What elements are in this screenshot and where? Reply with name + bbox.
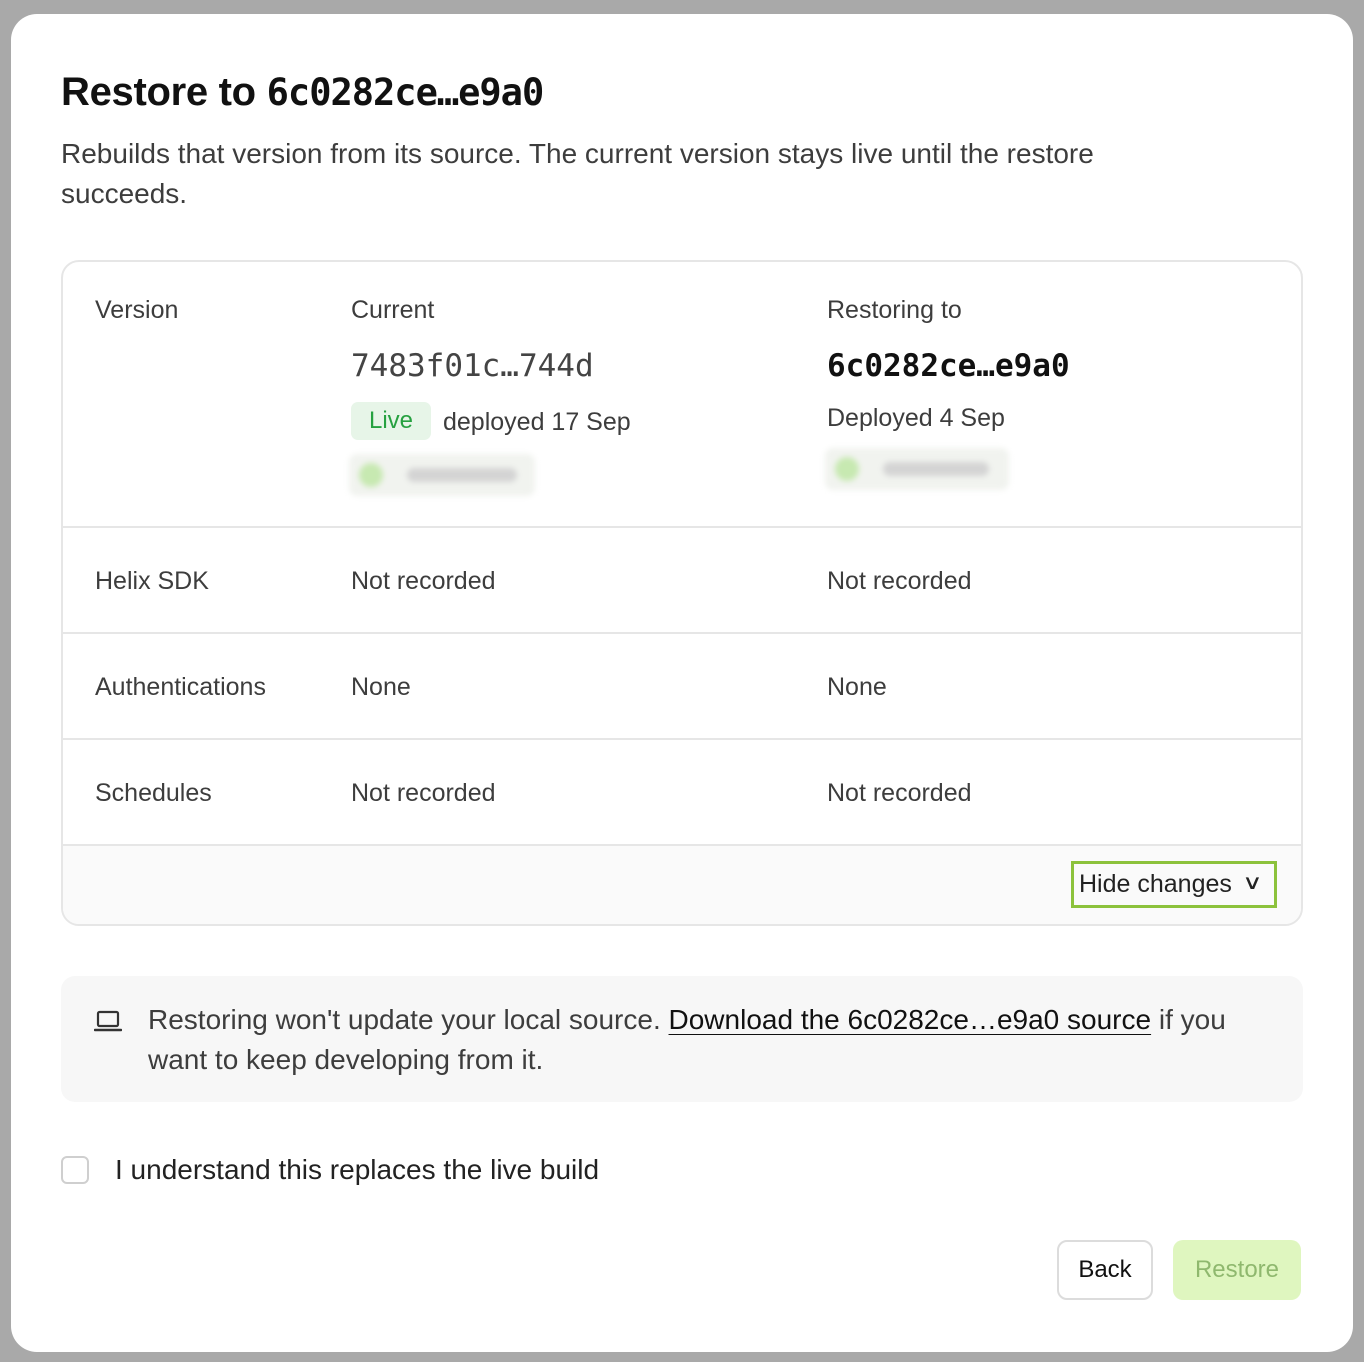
table-row: Helix SDK Not recorded Not recorded	[63, 528, 1301, 634]
row-target-value: None	[827, 673, 887, 701]
current-header: Current	[351, 296, 435, 324]
title-hash: 6c0282ce…e9a0	[266, 71, 545, 114]
row-target-value: Not recorded	[827, 779, 972, 807]
target-hash: 6c0282ce…e9a0	[827, 348, 1070, 384]
avatar-dot	[359, 463, 383, 487]
current-deployed-date: deployed 17 Sep	[443, 408, 631, 436]
restore-dialog: Restore to 6c0282ce…e9a0 Rebuilds that v…	[11, 14, 1353, 1352]
table-footer: Hide changes ∨	[63, 846, 1301, 924]
chevron-down-icon: ∨	[1242, 872, 1263, 894]
row-current-value: Not recorded	[351, 779, 496, 807]
target-header: Restoring to	[827, 296, 962, 324]
comparison-table: Version Current Restoring to 7483f01c…74…	[61, 260, 1303, 926]
dialog-title: Restore to 6c0282ce…e9a0	[61, 70, 545, 115]
row-current-value: None	[351, 673, 411, 701]
row-label: Helix SDK	[95, 567, 209, 595]
avatar-dot	[835, 457, 859, 481]
notice-text-before: Restoring won't update your local source…	[148, 1004, 669, 1035]
row-label: Authentications	[95, 673, 266, 701]
download-source-link[interactable]: Download the 6c0282ce…e9a0 source	[669, 1004, 1152, 1035]
restore-button[interactable]: Restore	[1173, 1240, 1301, 1300]
row-current-value: Not recorded	[351, 567, 496, 595]
target-deployer-avatar	[825, 448, 1009, 490]
target-deployed-date: Deployed 4 Sep	[827, 404, 1005, 432]
title-prefix: Restore to	[61, 70, 267, 114]
table-row: Authentications None None	[63, 634, 1301, 740]
current-deployer-avatar	[349, 454, 535, 496]
version-label: Version	[95, 296, 179, 324]
dialog-subtitle: Rebuilds that version from its source. T…	[61, 138, 1094, 209]
hide-changes-label: Hide changes	[1079, 870, 1232, 898]
row-label: Schedules	[95, 779, 212, 807]
laptop-icon	[94, 1010, 122, 1032]
version-row: Version Current Restoring to 7483f01c…74…	[63, 262, 1301, 528]
hide-changes-button[interactable]: Hide changes ∨	[1071, 861, 1277, 908]
current-hash: 7483f01c…744d	[351, 348, 594, 384]
notice-text: Restoring won't update your local source…	[148, 1000, 1268, 1080]
confirm-checkbox[interactable]	[61, 1156, 89, 1184]
live-badge: Live	[351, 402, 431, 440]
local-source-notice: Restoring won't update your local source…	[61, 976, 1303, 1102]
back-button[interactable]: Back	[1057, 1240, 1153, 1300]
avatar-name-redacted	[407, 468, 517, 482]
table-row: Schedules Not recorded Not recorded	[63, 740, 1301, 846]
avatar-name-redacted	[883, 462, 989, 476]
row-target-value: Not recorded	[827, 567, 972, 595]
confirm-label[interactable]: I understand this replaces the live buil…	[115, 1154, 599, 1186]
